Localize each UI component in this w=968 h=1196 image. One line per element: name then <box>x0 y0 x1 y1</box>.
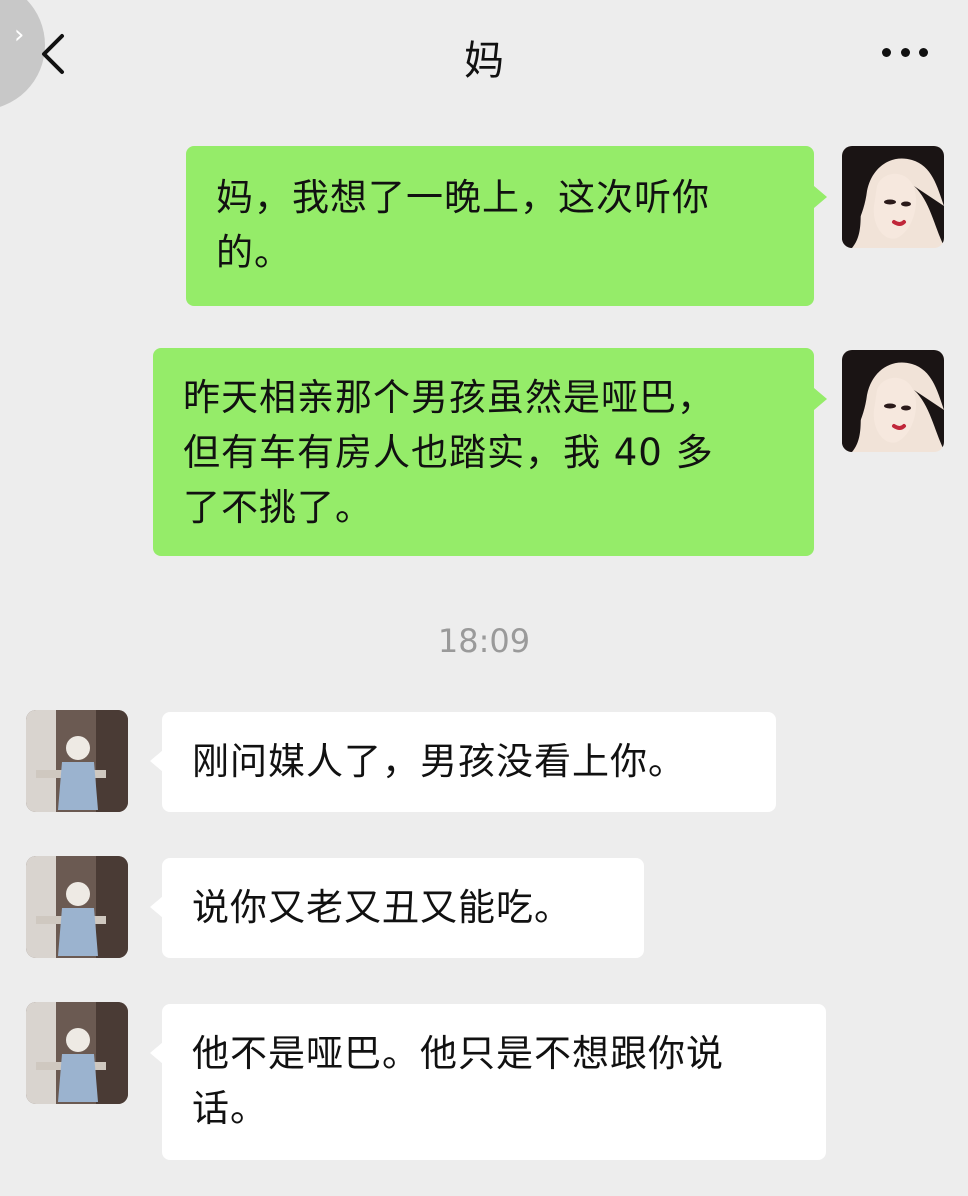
avatar-self[interactable] <box>842 350 944 452</box>
woman-portrait-icon <box>842 350 944 452</box>
avatar-contact[interactable] <box>26 856 128 958</box>
chat-header: › 妈 <box>0 0 968 110</box>
chat-timestamp: 18:09 <box>437 622 531 660</box>
message-line: 刚问媒人了，男孩没看上你。 <box>192 740 686 783</box>
avatar-contact[interactable] <box>26 1002 128 1104</box>
message-bubble[interactable]: 刚问媒人了，男孩没看上你。 <box>162 712 776 812</box>
person-photo-icon <box>26 710 128 812</box>
message-line: 了不挑了。 <box>183 486 373 529</box>
bubble-tail <box>814 186 827 208</box>
message-line: 妈，我想了一晚上，这次听你 <box>216 176 710 219</box>
message-bubble[interactable]: 说你又老又丑又能吃。 <box>162 858 644 958</box>
woman-portrait-icon <box>842 146 944 248</box>
chat-title: 妈 <box>464 38 504 84</box>
avatar-contact[interactable] <box>26 710 128 812</box>
message-bubble[interactable]: 妈，我想了一晚上，这次听你 的。 <box>186 146 814 306</box>
more-dots-icon[interactable] <box>882 44 928 60</box>
message-bubble[interactable]: 他不是哑巴。他只是不想跟你说 话。 <box>162 1004 826 1160</box>
message-line: 的。 <box>216 231 292 274</box>
message-bubble[interactable]: 昨天相亲那个男孩虽然是哑巴， 但有车有房人也踏实，我 40 多 了不挑了。 <box>153 348 814 556</box>
chat-screen: › 妈 妈，我想了一晚上，这次听你 的。 昨天相亲那个男孩虽然是哑巴， 但有车有… <box>0 0 968 1196</box>
message-line: 昨天相亲那个男孩虽然是哑巴， <box>183 376 715 419</box>
message-line: 但有车有房人也踏实，我 40 多 <box>183 431 714 474</box>
person-photo-icon <box>26 1002 128 1104</box>
message-line: 话。 <box>192 1087 268 1130</box>
message-line: 说你又老又丑又能吃。 <box>192 886 572 929</box>
bubble-tail <box>814 388 827 410</box>
person-photo-icon <box>26 856 128 958</box>
message-line: 他不是哑巴。他只是不想跟你说 <box>192 1032 724 1075</box>
avatar-self[interactable] <box>842 146 944 248</box>
